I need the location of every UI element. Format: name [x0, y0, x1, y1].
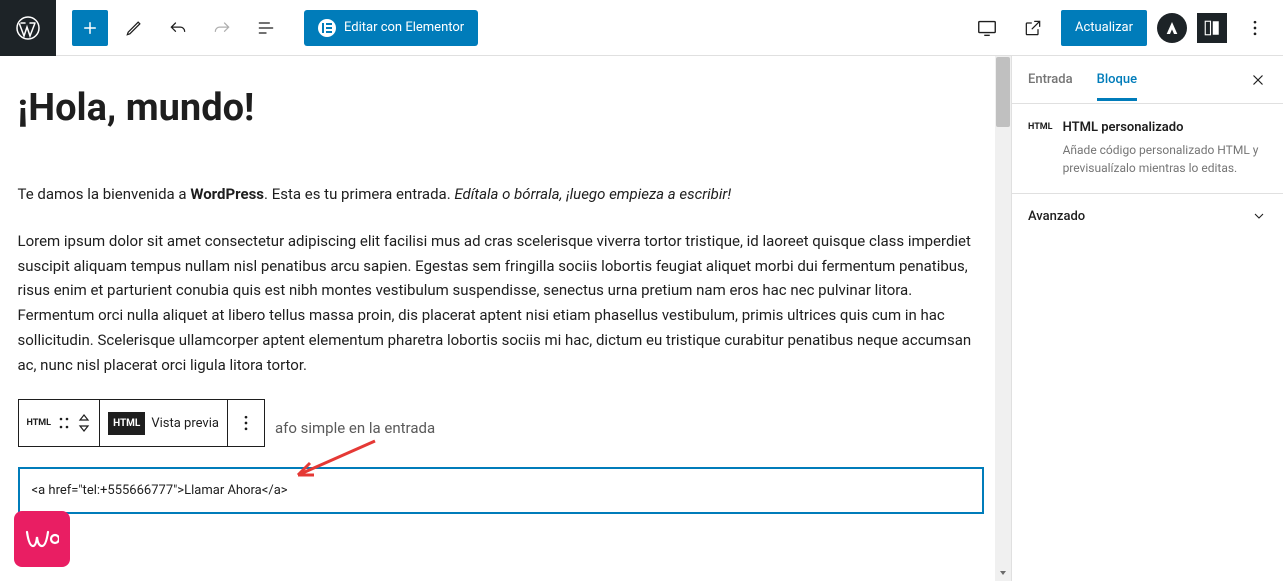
toolbar-left: Editar con Elementor: [56, 10, 478, 46]
tab-entry[interactable]: Entrada: [1028, 58, 1073, 101]
main-area: ¡Hola, mundo! Te damos la bienvenida a W…: [0, 56, 1283, 581]
block-mode-cell[interactable]: HTML Vista previa: [100, 400, 228, 446]
redo-button[interactable]: [204, 10, 240, 46]
welcome-em: Edítala o bórrala, ¡luego empieza a escr…: [454, 185, 731, 203]
welcome-prefix: Te damos la bienvenida a: [18, 185, 191, 203]
drag-handle-icon[interactable]: [57, 413, 71, 433]
tab-block[interactable]: Bloque: [1097, 58, 1137, 101]
scrollbar-down-icon[interactable]: [995, 565, 1011, 581]
block-type-html-icon: HTML: [27, 418, 52, 428]
wordpress-logo[interactable]: [0, 0, 56, 56]
custom-html-block[interactable]: <a href="tel:+555666777">Llamar Ahora</a…: [18, 467, 984, 514]
advanced-panel-toggle[interactable]: Avanzado: [1012, 194, 1283, 238]
preview-external-button[interactable]: [1015, 10, 1051, 46]
scrollbar-thumb[interactable]: [996, 57, 1010, 127]
edit-elementor-button[interactable]: Editar con Elementor: [304, 10, 478, 46]
editor-content: ¡Hola, mundo! Te damos la bienvenida a W…: [16, 56, 996, 581]
woo-floating-badge[interactable]: [14, 511, 70, 567]
welcome-paragraph[interactable]: Te damos la bienvenida a WordPress. Esta…: [18, 182, 984, 207]
advanced-panel-label: Avanzado: [1028, 209, 1085, 224]
code-content[interactable]: <a href="tel:+555666777">Llamar Ahora</a…: [32, 483, 288, 498]
inline-fragment-text: afo simple en la entrada: [275, 419, 435, 437]
block-info-section: HTML HTML personalizado Añade código per…: [1012, 104, 1283, 194]
update-button[interactable]: Actualizar: [1061, 10, 1147, 46]
block-html-icon: HTML: [1028, 122, 1053, 132]
settings-button[interactable]: [1197, 13, 1227, 43]
update-label: Actualizar: [1075, 20, 1133, 35]
html-mode-badge: HTML: [108, 412, 145, 435]
sidebar-tabs: Entrada Bloque: [1012, 56, 1283, 104]
document-overview-button[interactable]: [248, 10, 284, 46]
woo-icon: [25, 529, 59, 549]
preview-desktop-button[interactable]: [969, 10, 1005, 46]
welcome-mid: . Esta es tu primera entrada.: [264, 185, 454, 203]
lorem-paragraph[interactable]: Lorem ipsum dolor sit amet consectetur a…: [18, 229, 984, 378]
block-toolbar-row: HTML HTML Vista previa: [18, 399, 984, 457]
astra-icon[interactable]: [1157, 13, 1187, 43]
post-title[interactable]: ¡Hola, mundo!: [18, 86, 984, 130]
block-description: Añade código personalizado HTML y previs…: [1063, 141, 1267, 177]
add-block-button[interactable]: [72, 10, 108, 46]
block-title: HTML personalizado: [1063, 120, 1267, 135]
editor-scrollbar[interactable]: [995, 56, 1011, 581]
editor-viewport: ¡Hola, mundo! Te damos la bienvenida a W…: [0, 56, 1011, 581]
chevron-down-icon: [1251, 208, 1267, 224]
move-updown-icon[interactable]: [77, 412, 91, 434]
block-more-cell[interactable]: [228, 400, 264, 446]
block-type-cell[interactable]: HTML: [19, 400, 101, 446]
toolbar-right: Actualizar: [969, 10, 1283, 46]
block-toolbar: HTML HTML Vista previa: [18, 399, 265, 447]
elementor-label: Editar con Elementor: [344, 20, 464, 35]
undo-button[interactable]: [160, 10, 196, 46]
edit-mode-button[interactable]: [116, 10, 152, 46]
top-toolbar: Editar con Elementor Actualizar: [0, 0, 1283, 56]
elementor-icon: [318, 19, 336, 37]
welcome-bold: WordPress: [190, 185, 264, 203]
more-options-button[interactable]: [1237, 10, 1273, 46]
sidebar-close-button[interactable]: [1249, 71, 1267, 89]
preview-mode-label[interactable]: Vista previa: [151, 416, 219, 431]
settings-sidebar: Entrada Bloque HTML HTML personalizado A…: [1011, 56, 1283, 581]
